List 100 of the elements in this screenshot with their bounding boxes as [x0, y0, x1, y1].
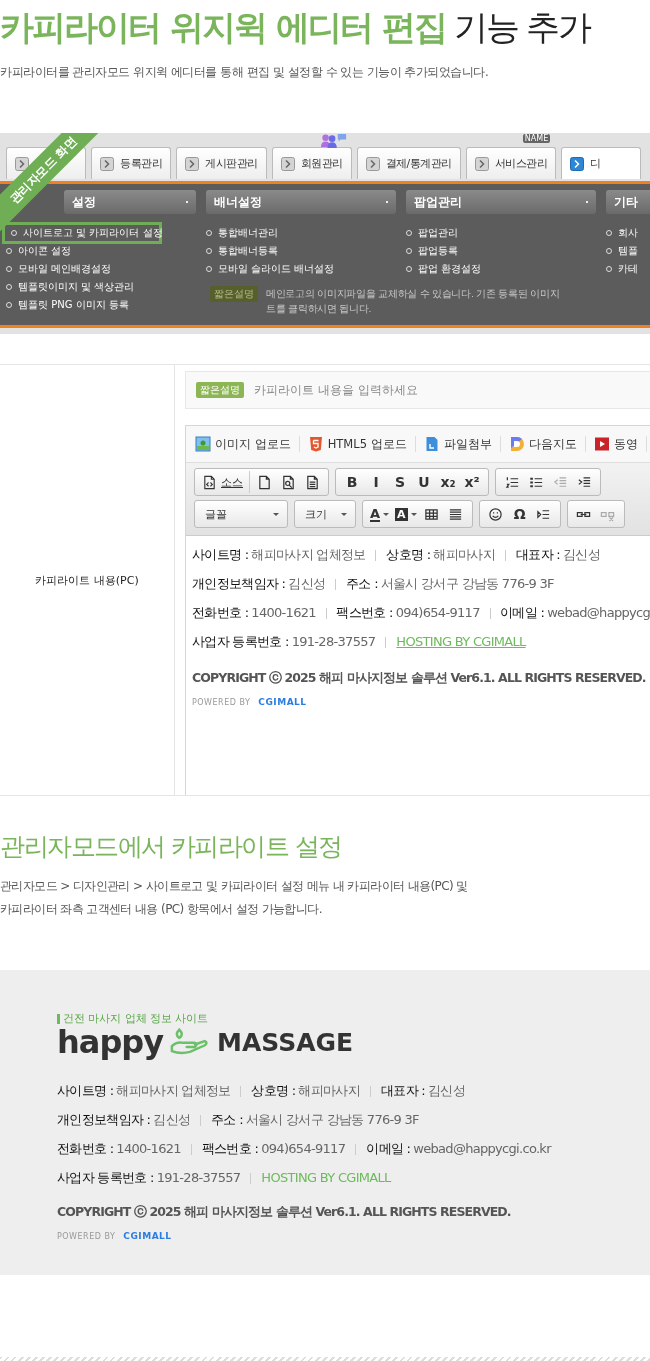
tab[interactable]: 디 [561, 147, 642, 179]
menu-item[interactable]: 템플 [606, 242, 650, 260]
table-icon [424, 506, 440, 522]
field-label: 주소 : [211, 1110, 243, 1129]
menu-item[interactable]: 통합배너관리 [206, 224, 396, 242]
field-value: webad@happycgi.co.kr [413, 1141, 551, 1156]
tagline: 건전 마사지 업체 정보 사이트 [63, 1012, 209, 1026]
indent-icon [576, 474, 592, 490]
menu-item[interactable]: 팝업 환경설정 [406, 260, 596, 278]
upload-button[interactable]: 이미지 업로드 [195, 436, 300, 452]
notice-text: 메인로고의 이미지파일을 교체하실 수 있습니다. 기존 등록된 이미지 [266, 287, 560, 301]
chevron-icon [15, 156, 29, 171]
chevron-icon [474, 156, 489, 171]
background-color-button[interactable]: A [392, 503, 420, 525]
copyright: COPYRIGHT ⓒ 2025 해피 마사지정보 솔루션 Ver6.1. ALL RIGHTS RESERVED. [57, 1204, 512, 1221]
brand-name: CGIMALL [123, 1231, 172, 1241]
field-label: 팩스번호 : [336, 603, 393, 622]
field-label: 사업자 등록번호 : [57, 1168, 154, 1187]
menu-item[interactable]: 모바일 슬라이드 배너설정 [206, 260, 396, 278]
menu-header[interactable]: 배너설정 [206, 190, 396, 214]
source-button[interactable]: 소스 [199, 471, 250, 493]
field-label: 개인정보책임자 : [192, 574, 286, 593]
field-label: 사이트명 : [192, 545, 249, 564]
upload-button[interactable]: 파일첨부 [423, 436, 501, 452]
copyright: COPYRIGHT ⓒ 2025 해피 마사지정보 솔루션 Ver6.1. ALL RIGHTS RESERVED. [192, 670, 647, 687]
menu-item[interactable]: 사이트로고 및 카피라이터 설정 [2, 222, 162, 244]
field-value: webad@happycg [547, 605, 650, 620]
text-input[interactable]: 카피라이트 내용을 입력하세요 [252, 382, 650, 398]
menu-item[interactable]: 회사 [606, 224, 650, 242]
outdent-icon [552, 474, 568, 490]
field-label: 전화번호 : [192, 603, 249, 622]
field-label: 대표자 : [516, 545, 560, 564]
numbered-list-icon [504, 474, 520, 490]
field-label: 이메일 : [366, 1139, 411, 1158]
new-page-icon [256, 474, 272, 490]
format-button[interactable]: I [364, 471, 388, 493]
menu-header[interactable]: 팝업관리 [406, 190, 596, 214]
menu-item[interactable]: 모바일 메인배경설정 [6, 260, 196, 278]
lines-icon [448, 506, 464, 522]
upload-button[interactable]: 동영 [593, 436, 647, 452]
chevron-icon [185, 156, 199, 171]
source-icon [202, 474, 217, 490]
menu-item[interactable]: 통합배너등록 [206, 242, 396, 260]
field-value: 해피마사지 업체정보 [251, 545, 366, 564]
format-button[interactable]: S [388, 471, 412, 493]
hint-badge: 짧은설명 [196, 382, 244, 398]
field-label: 개인정보책임자 : [57, 1110, 151, 1129]
field-value: 094)654-9117 [395, 605, 480, 620]
tab[interactable]: 등록관리 [91, 147, 171, 179]
format-button[interactable]: U [412, 471, 436, 493]
format-button[interactable]: x² [460, 471, 484, 493]
dropdown[interactable]: 크기 [299, 506, 351, 522]
dropdown[interactable]: 글꼴 [199, 506, 283, 522]
format-button[interactable]: x₂ [436, 471, 460, 493]
notice-text: 트를 클릭하시면 됩니다. [266, 302, 373, 316]
field-value: 김신성 [288, 574, 326, 593]
format-button[interactable]: B [340, 471, 364, 493]
powered-by-text: POWERED BY [57, 1231, 116, 1241]
field-value: 해피마사지 [298, 1081, 360, 1100]
notice-badge: 짧은설명 [210, 286, 258, 302]
tab[interactable]: 결제/통계관리 [356, 147, 461, 179]
field-label: 사이트명 : [57, 1081, 114, 1100]
field-label: 이메일 : [500, 603, 545, 622]
tab[interactable]: 서비스관리 [465, 147, 557, 179]
title-highlight: 카피라이터 위지윅 에디터 편집 [0, 7, 446, 47]
tab[interactable]: 게시판관리 [176, 147, 267, 179]
format-button[interactable]: Ω [507, 503, 532, 525]
menu-item[interactable]: 템플릿 PNG 이미지 등록 [6, 296, 196, 314]
powered-by-text: POWERED BY [192, 697, 251, 707]
chevron-icon [365, 156, 380, 171]
field-value: 1400-1621 [116, 1141, 181, 1156]
field-value: 김신성 [563, 545, 600, 564]
menu-header[interactable]: 기타 [606, 190, 650, 214]
upload-button[interactable]: HTML5 업로드 [307, 436, 416, 452]
menu-item[interactable]: 팝업관리 [406, 224, 596, 242]
field-value: 191-28-37557 [156, 1170, 241, 1185]
menu-item[interactable]: 템플릿이미지 및 색상관리 [6, 278, 196, 296]
section-title: 관리자모드에서 카피라이트 설정 [0, 831, 343, 863]
field-label: 팩스번호 : [201, 1139, 259, 1158]
section-text: 관리자모드 > 디자인관리 > 사이트로고 및 카피라이터 설정 메뉴 내 카피라이터 내용(PC) 및 [0, 878, 469, 895]
field-label: 대표자 : [381, 1081, 425, 1100]
chevron-icon [280, 156, 295, 171]
menu-item[interactable]: 팝업등록 [406, 242, 596, 260]
field-label: 사업자 등록번호 : [192, 632, 289, 651]
tab[interactable]: 회원관리 [271, 147, 352, 179]
image-icon [195, 436, 211, 452]
logo-text: MASSAGE [217, 1027, 354, 1057]
field-value: 김신성 [428, 1081, 465, 1100]
field-value: 094)654-9117 [261, 1141, 346, 1156]
upload-button[interactable]: 다음지도 [508, 436, 586, 452]
menu-item[interactable]: 카테 [606, 260, 650, 278]
field-label: 카피라이트 내용(PC) [35, 572, 139, 588]
menu-item[interactable]: 아이콘 설정 [6, 242, 196, 260]
field-value: 191-28-37557 [291, 634, 376, 649]
field-label: 주소 : [346, 574, 378, 593]
people-icon [319, 133, 348, 148]
title-text: 기능 추가 [453, 7, 591, 47]
menu-header[interactable]: 설정 [64, 190, 196, 214]
field-value: 서울시 강서구 강남동 776-9 3F [245, 1110, 419, 1129]
text-color-button[interactable]: A [367, 503, 393, 525]
